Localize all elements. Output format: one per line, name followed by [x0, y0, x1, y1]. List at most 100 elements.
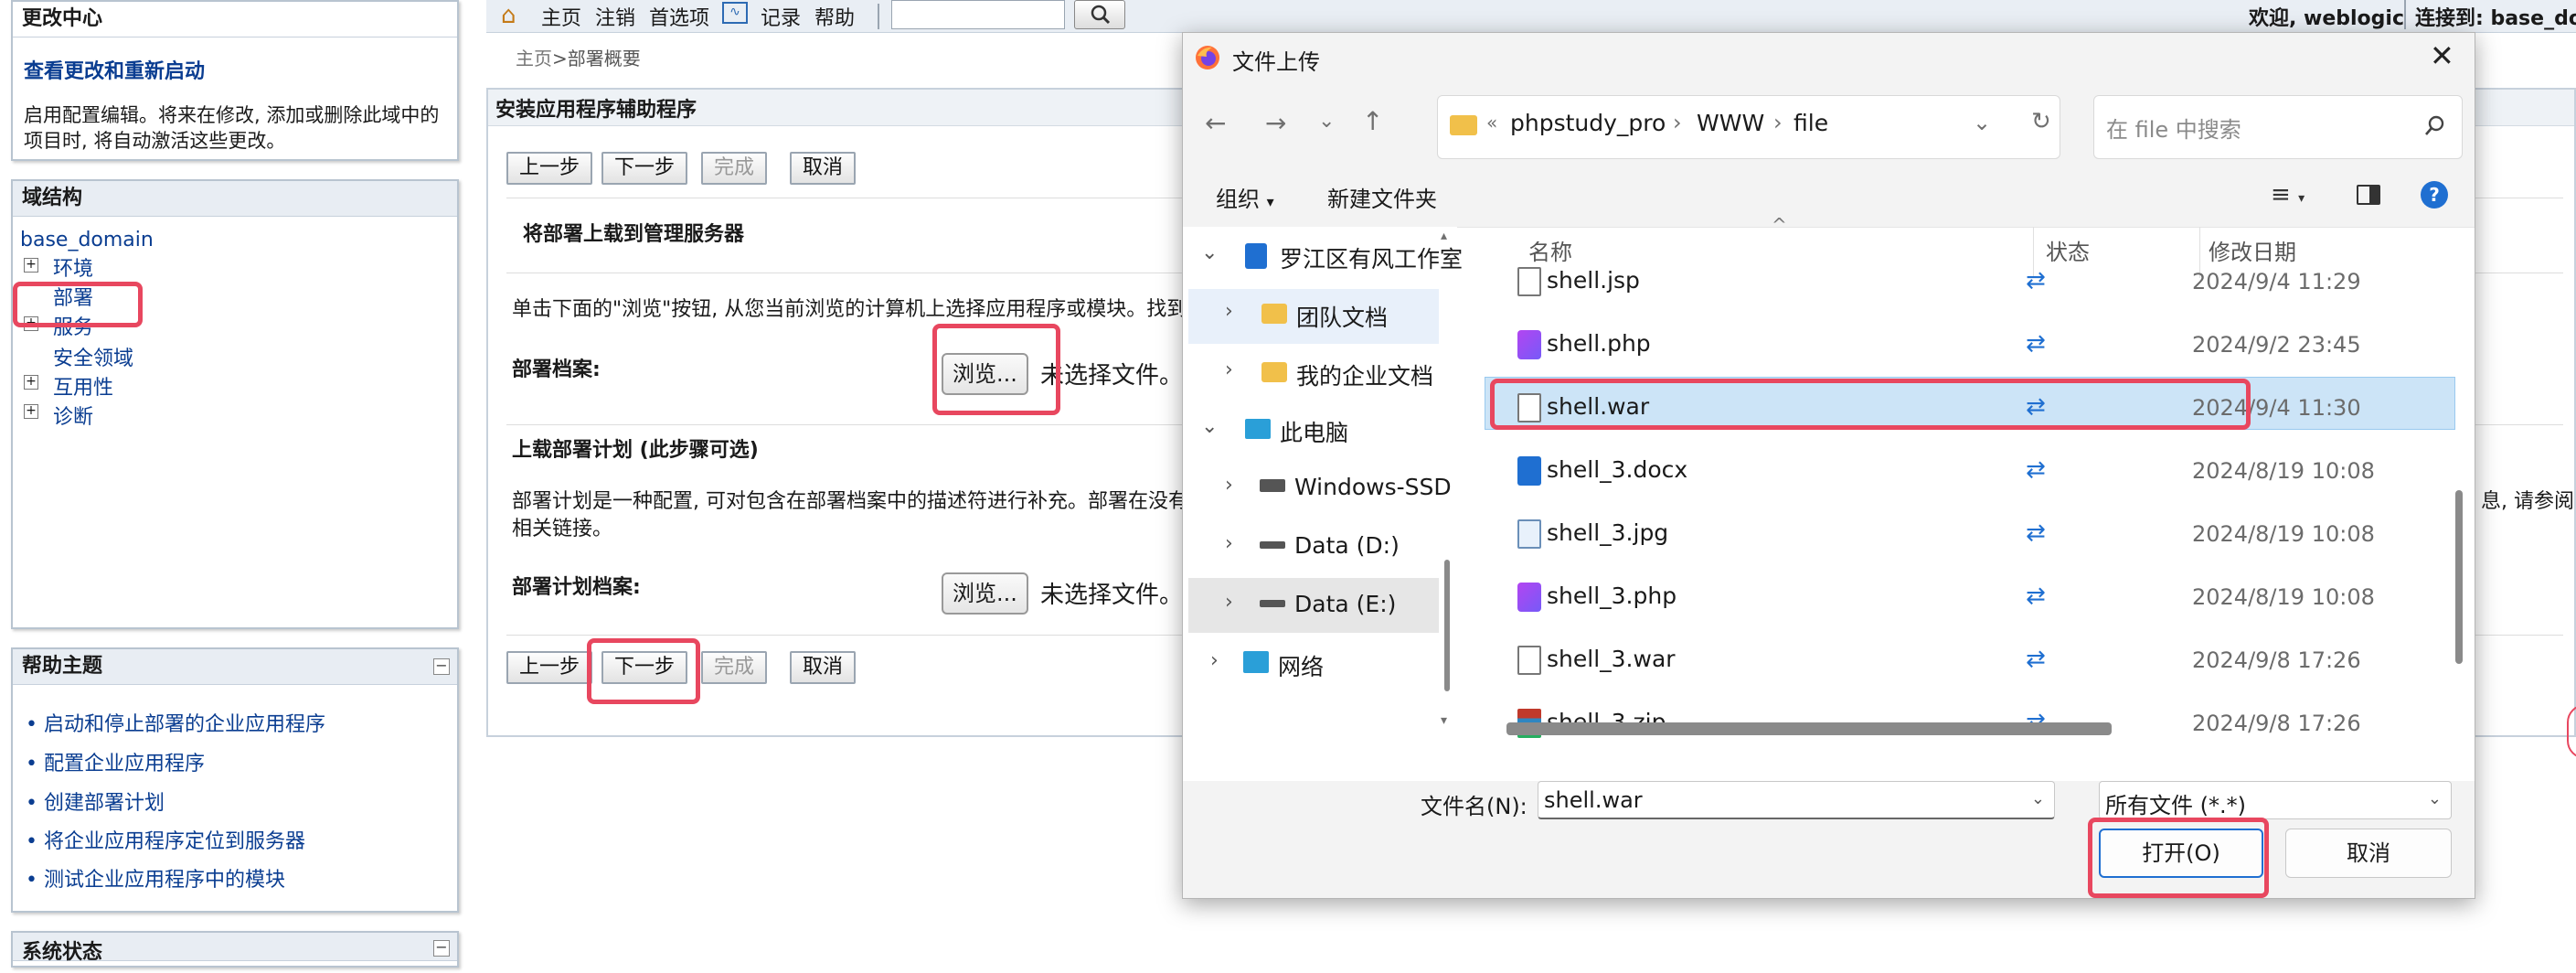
address-dropdown-icon[interactable]: ⌄ — [1973, 110, 1991, 135]
tree-item-interoperability[interactable]: 互用性 — [53, 371, 113, 401]
help-item[interactable]: • 测试企业应用程序中的模块 — [26, 863, 285, 893]
next-button[interactable]: 下一步 — [601, 152, 688, 185]
tree-item-environment[interactable]: 环境 — [53, 252, 93, 282]
breadcrumb-overflow[interactable]: « — [1486, 112, 1497, 134]
view-list-icon[interactable]: ≡ ▾ — [2271, 181, 2305, 208]
preview-pane-icon[interactable] — [2357, 185, 2380, 205]
organize-label[interactable]: 组织 — [1216, 187, 1260, 212]
help-item[interactable]: • 启动和停止部署的企业应用程序 — [26, 708, 325, 737]
expand-chevron-icon[interactable]: › — [1210, 649, 1219, 672]
filename-input[interactable]: shell.war ⌄ — [1538, 781, 2055, 819]
close-icon[interactable]: ✕ — [2430, 38, 2454, 73]
next-button-bottom[interactable]: 下一步 — [601, 651, 688, 684]
help-item-label[interactable]: 启动和停止部署的企业应用程序 — [44, 713, 325, 736]
domain-root-link[interactable]: base_domain — [20, 229, 154, 251]
finish-button-bottom[interactable]: 完成 — [701, 651, 768, 684]
tree-expander-env[interactable]: + — [24, 258, 38, 273]
connected-text: 连接到: base_dor — [2415, 2, 2576, 31]
tree-item-diagnostics[interactable]: 诊断 — [53, 401, 93, 430]
path-segment[interactable]: phpstudy_pro — [1510, 110, 1666, 136]
forward-arrow-icon[interactable]: → — [1265, 108, 1286, 138]
nav-scrollbar[interactable] — [1444, 560, 1450, 691]
tree-expander-interop[interactable]: + — [24, 375, 38, 390]
nav-item-data-d[interactable]: Data (D:) — [1294, 532, 1400, 559]
domain-structure-panel: 域结构 base_domain + 环境 部署 + 服务 安全领域 + 互用性 … — [11, 179, 459, 629]
expand-chevron-icon[interactable]: › — [1225, 591, 1233, 614]
file-row[interactable]: shell_3.docx ⇄ 2024/8/19 10:08 — [1477, 444, 2455, 500]
help-item-label[interactable]: 将企业应用程序定位到服务器 — [44, 830, 305, 853]
help-icon[interactable]: ? — [2421, 181, 2448, 208]
filename-dropdown-icon[interactable]: ⌄ — [2031, 789, 2045, 808]
refresh-icon[interactable]: ↻ — [2031, 108, 2051, 135]
help-item-label[interactable]: 创建部署计划 — [44, 792, 165, 815]
cancel-dialog-button[interactable]: 取消 — [2285, 829, 2452, 878]
help-item[interactable]: • 配置企业应用程序 — [26, 747, 205, 776]
collapse-chevron-icon[interactable]: ⌄ — [1201, 415, 1218, 438]
file-list-vscroll[interactable] — [2455, 490, 2463, 664]
collapse-chevron-icon[interactable]: ⌄ — [1201, 241, 1218, 264]
tree-item-services[interactable]: 服务 — [53, 311, 93, 340]
record-link[interactable]: 记录 — [761, 2, 801, 31]
help-item[interactable]: • 创建部署计划 — [26, 786, 165, 816]
sync-status-icon: ⇄ — [2026, 393, 2046, 421]
record-icon[interactable]: ∿ — [722, 2, 748, 24]
search-button[interactable] — [1074, 0, 1125, 29]
file-row[interactable]: shell_3.php ⇄ 2024/8/19 10:08 — [1477, 570, 2455, 626]
expand-chevron-icon[interactable]: › — [1225, 532, 1233, 555]
archive-browse-button[interactable]: 浏览... — [942, 353, 1028, 395]
sync-status-icon: ⇄ — [2026, 519, 2046, 547]
file-row[interactable]: shell.jsp ⇄ 2024/9/4 11:29 — [1477, 254, 2455, 311]
new-folder-button[interactable]: 新建文件夹 — [1327, 181, 1437, 213]
file-row[interactable]: shell.php ⇄ 2024/9/2 23:45 — [1477, 317, 2455, 374]
finish-button[interactable]: 完成 — [701, 152, 768, 185]
nav-item-studio[interactable]: 罗江区有风工作室 — [1280, 241, 1463, 274]
nav-scroll-down[interactable]: ▾ — [1441, 713, 1447, 728]
path-segment[interactable]: WWW — [1697, 110, 1764, 136]
back-button[interactable]: 上一步 — [506, 152, 593, 185]
file-type-filter[interactable]: 所有文件 (*.*) ⌄ — [2099, 781, 2452, 819]
tree-item-security-realms[interactable]: 安全领域 — [53, 342, 133, 371]
expand-chevron-icon[interactable]: › — [1225, 300, 1233, 323]
cancel-button[interactable]: 取消 — [790, 152, 857, 185]
open-button[interactable]: 打开(O) — [2099, 829, 2263, 878]
view-changes-link[interactable]: 查看更改和重新启动 — [24, 55, 205, 84]
logout-link[interactable]: 注销 — [595, 2, 635, 31]
help-item-label[interactable]: 配置企业应用程序 — [44, 753, 205, 775]
nav-item-team-docs[interactable]: 团队文档 — [1296, 300, 1388, 333]
organize-menu[interactable]: 组织 ▾ — [1216, 181, 1274, 213]
cancel-button-bottom[interactable]: 取消 — [790, 651, 857, 684]
collapse-help-icon[interactable]: − — [433, 658, 450, 675]
home-icon[interactable]: ⌂ — [501, 2, 516, 29]
file-row[interactable]: shell_3.war ⇄ 2024/9/8 17:26 — [1477, 633, 2455, 690]
file-row[interactable]: shell_3.jpg ⇄ 2024/8/19 10:08 — [1477, 507, 2455, 563]
file-row[interactable]: shell.war ⇄ 2024/9/4 11:30 — [1477, 380, 2455, 437]
back-arrow-icon[interactable]: ← — [1205, 108, 1226, 138]
up-arrow-icon[interactable]: ↑ — [1362, 106, 1383, 136]
nav-item-this-pc[interactable]: 此电脑 — [1280, 415, 1348, 448]
home-link[interactable]: 主页 — [541, 2, 581, 31]
nav-item-network[interactable]: 网络 — [1278, 649, 1324, 682]
preferences-link[interactable]: 首选项 — [649, 2, 709, 31]
nav-item-enterprise-docs[interactable]: 我的企业文档 — [1296, 358, 1433, 391]
path-segment[interactable]: file — [1794, 110, 1828, 136]
breadcrumb-home[interactable]: 主页 — [516, 48, 552, 70]
connected-label: 连接到: base_dor — [2415, 7, 2576, 30]
expand-chevron-icon[interactable]: › — [1225, 474, 1233, 497]
tree-expander-diag[interactable]: + — [24, 404, 38, 419]
tree-expander-services[interactable]: + — [24, 316, 38, 331]
nav-item-data-e[interactable]: Data (E:) — [1294, 591, 1396, 617]
tree-item-deployments[interactable]: 部署 — [53, 282, 93, 311]
file-type-dropdown-icon[interactable]: ⌄ — [2428, 789, 2442, 808]
plan-browse-button[interactable]: 浏览... — [942, 572, 1028, 615]
recent-chevron-icon[interactable]: ⌄ — [1318, 110, 1335, 133]
nav-item-windows-ssd[interactable]: Windows-SSD — [1294, 474, 1452, 500]
file-list-hscroll[interactable] — [1506, 722, 2112, 735]
nav-scroll-up[interactable]: ▴ — [1441, 229, 1447, 243]
collapse-status-icon[interactable]: − — [433, 940, 450, 957]
help-item-label[interactable]: 测试企业应用程序中的模块 — [44, 869, 285, 892]
back-button-bottom[interactable]: 上一步 — [506, 651, 593, 684]
help-item[interactable]: • 将企业应用程序定位到服务器 — [26, 825, 305, 854]
help-link[interactable]: 帮助 — [814, 2, 855, 31]
search-input[interactable] — [891, 0, 1065, 29]
expand-chevron-icon[interactable]: › — [1225, 358, 1233, 381]
